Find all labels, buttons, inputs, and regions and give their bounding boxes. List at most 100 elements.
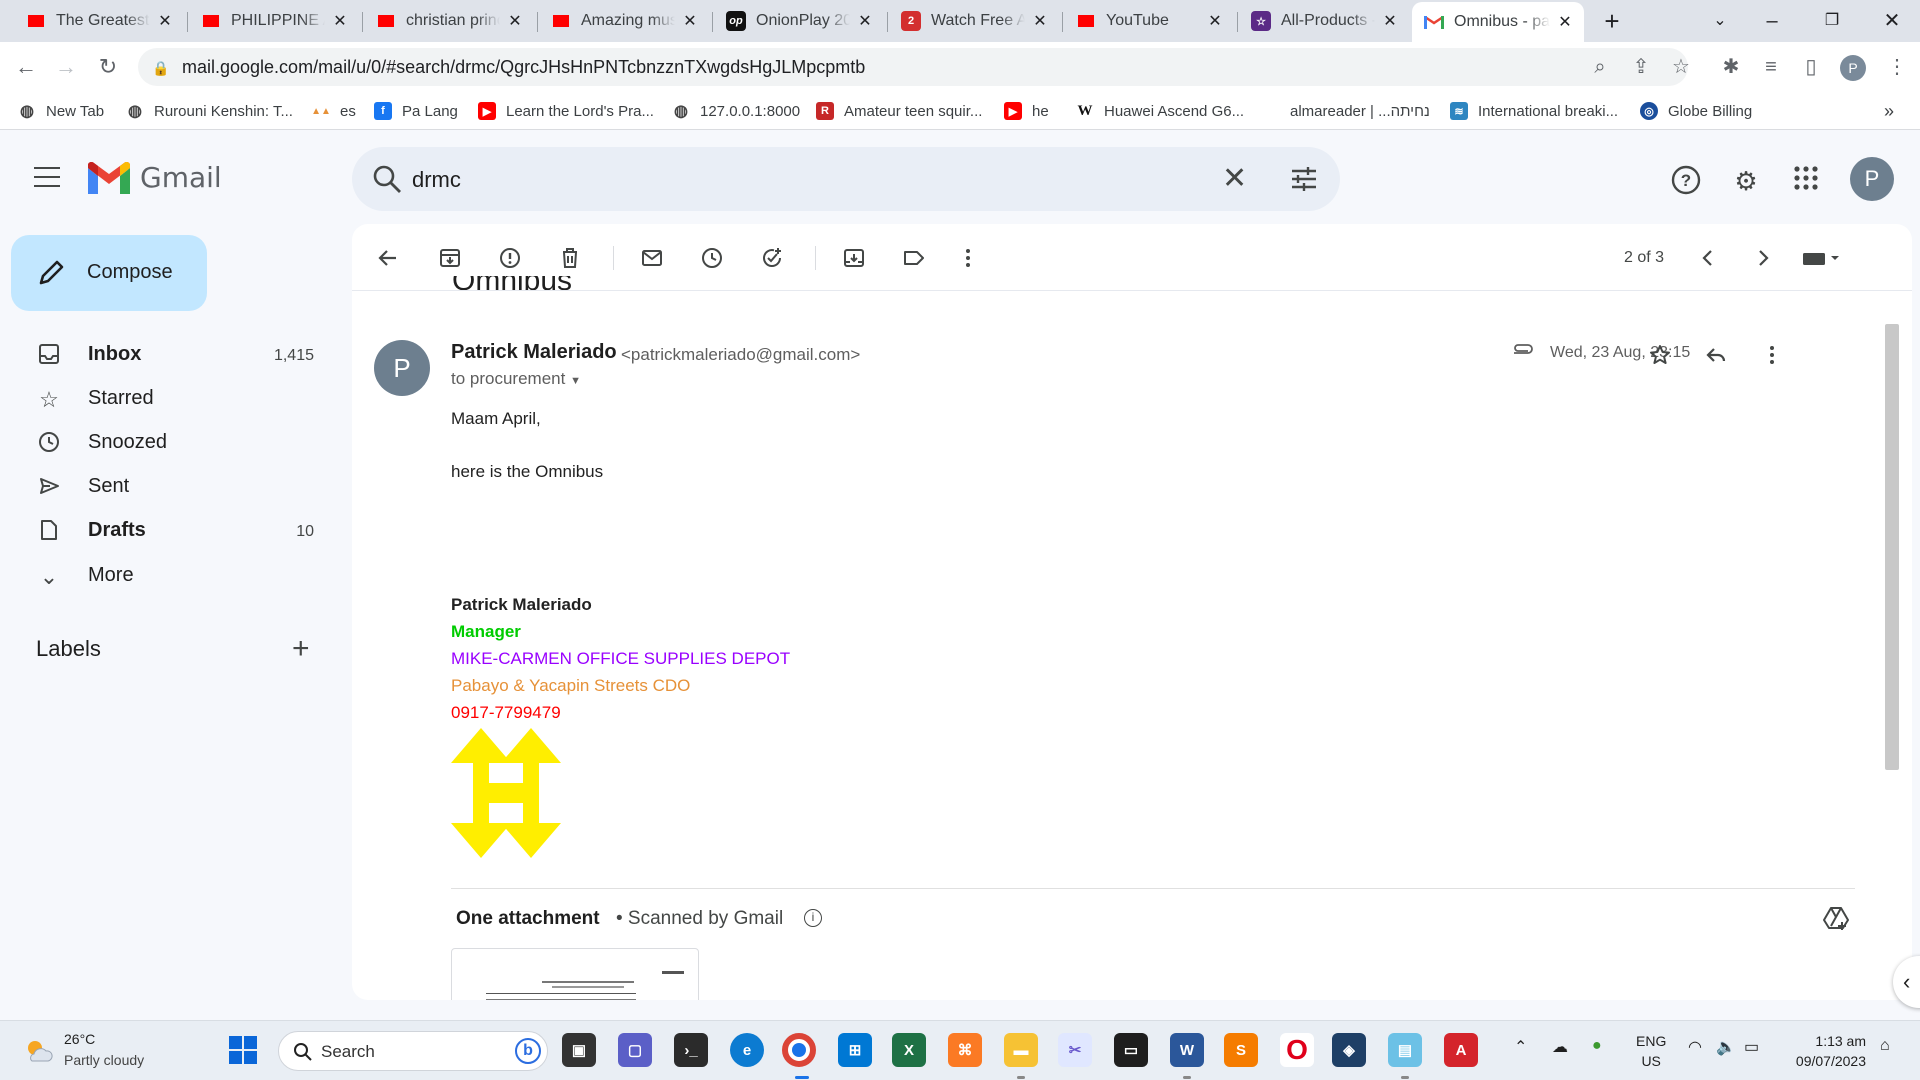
reply-icon[interactable] (1701, 340, 1731, 370)
add-to-drive-icon[interactable] (1822, 904, 1850, 932)
browser-tab[interactable]: PHILIPPINE AF ✕ (189, 4, 359, 38)
onedrive-offline-icon[interactable]: ☁ (1552, 1037, 1568, 1057)
snipping-tool-icon[interactable]: ✂ (1058, 1033, 1092, 1067)
back-button[interactable]: ← (10, 52, 42, 82)
input-tools-keyboard-icon[interactable] (1796, 241, 1846, 275)
create-label-icon[interactable]: + (292, 632, 310, 666)
battery-icon[interactable]: ▭ (1744, 1037, 1759, 1057)
partly-cloudy-icon[interactable] (22, 1035, 54, 1067)
recipient-dropdown-icon[interactable]: ▼ (570, 375, 581, 387)
taskbar-search-box[interactable]: Search b (278, 1031, 548, 1071)
zoom-icon[interactable]: ⌕ (1583, 50, 1617, 84)
browser-tab[interactable]: The Greatest L ✕ (14, 4, 184, 38)
show-hidden-icons-chevron-icon[interactable]: ⌃ (1514, 1037, 1527, 1057)
reload-button[interactable]: ↻ (92, 52, 124, 82)
bookmark-item[interactable]: ◍ Rurouni Kenshin: T... (126, 100, 293, 122)
microsoft-store-icon[interactable]: ⊞ (838, 1033, 872, 1067)
sidebar-item-drafts[interactable]: Drafts 10 (0, 509, 340, 553)
close-tab-icon[interactable]: ✕ (156, 11, 174, 31)
account-avatar[interactable]: P (1850, 157, 1894, 201)
windows-start-icon[interactable] (226, 1033, 260, 1067)
bookmark-item[interactable]: ◎ Globe Billing (1640, 100, 1752, 122)
media-queue-icon[interactable]: ≡ (1754, 50, 1788, 84)
sender-name[interactable]: Patrick Maleriado (451, 341, 617, 364)
sidebar-item-inbox[interactable]: Inbox 1,415 (0, 333, 340, 377)
close-tab-icon[interactable]: ✕ (331, 11, 349, 31)
more-bookmarks-icon[interactable]: » (1884, 100, 1894, 122)
minimize-button[interactable]: – (1752, 6, 1792, 36)
close-tab-icon[interactable]: ✕ (1031, 11, 1049, 31)
browser-tab[interactable]: christian princ ✕ (364, 4, 534, 38)
apps-grid-icon[interactable] (1790, 165, 1822, 197)
label-tag-icon[interactable] (897, 241, 931, 275)
close-tab-icon[interactable]: ✕ (1206, 11, 1224, 31)
security-shield-icon[interactable]: ● (1592, 1037, 1602, 1055)
bookmark-item[interactable]: ≋ International breaki... (1450, 100, 1618, 122)
close-tab-icon[interactable]: ✕ (506, 11, 524, 31)
message-more-icon[interactable] (1757, 340, 1787, 370)
notifications-icon[interactable]: ⌂ (1880, 1037, 1890, 1055)
message-scrollbar[interactable] (1885, 324, 1899, 770)
extensions-icon[interactable]: ✱ (1714, 50, 1748, 84)
sidebar-item-more[interactable]: ⌄ More (0, 554, 340, 598)
chrome-browser-icon[interactable] (782, 1033, 816, 1067)
sidebar-item-starred[interactable]: ☆ Starred (0, 377, 340, 421)
attachment-thumbnail[interactable] (451, 948, 699, 1000)
mark-unread-icon[interactable] (635, 241, 669, 275)
bookmark-item[interactable]: R Amateur teen squir... (816, 100, 982, 122)
forward-button[interactable]: → (50, 52, 82, 82)
gmail-logo[interactable]: Gmail (88, 161, 222, 194)
move-to-icon[interactable] (837, 241, 871, 275)
older-chevron-right-icon[interactable] (1746, 241, 1780, 275)
browser-profile-avatar[interactable]: P (1840, 55, 1866, 81)
virtualbox-icon[interactable]: ◈ (1332, 1033, 1366, 1067)
close-tab-icon[interactable]: ✕ (856, 11, 874, 31)
bookmark-item[interactable]: ▲▲ es (311, 100, 356, 122)
close-tab-icon[interactable]: ✕ (681, 11, 699, 31)
newer-chevron-left-icon[interactable] (1691, 241, 1725, 275)
browser-tab[interactable]: Amazing must ✕ (539, 4, 709, 38)
bookmark-item[interactable]: ▶ he (1004, 100, 1049, 122)
delete-trash-icon[interactable] (553, 241, 587, 275)
teams-chat-icon[interactable]: ▢ (618, 1033, 652, 1067)
sidebar-item-snoozed[interactable]: Snoozed (0, 421, 340, 465)
side-panel-icon[interactable]: ▯ (1794, 50, 1828, 84)
more-actions-icon[interactable] (951, 241, 985, 275)
wifi-icon[interactable]: ◠ (1688, 1037, 1702, 1057)
bing-icon[interactable]: b (515, 1038, 541, 1064)
clear-search-icon[interactable]: ✕ (1222, 161, 1247, 196)
report-spam-icon[interactable] (493, 241, 527, 275)
bookmark-item[interactable]: ◍ 127.0.0.1:8000 (672, 100, 800, 122)
excel-icon[interactable]: X (892, 1033, 926, 1067)
help-icon[interactable]: ? (1670, 165, 1702, 197)
input-language-indicator[interactable]: ENG US (1636, 1031, 1666, 1071)
snooze-clock-icon[interactable] (695, 241, 729, 275)
sidebar-item-sent[interactable]: Sent (0, 465, 340, 509)
bookmark-item[interactable]: f Pa Lang (374, 100, 458, 122)
compose-button[interactable]: Compose (11, 235, 207, 311)
sender-avatar[interactable]: P (374, 340, 430, 396)
search-options-icon[interactable] (1290, 165, 1318, 193)
browser-tab[interactable]: 2 Watch Free Al ✕ (889, 4, 1059, 38)
close-tab-icon[interactable]: ✕ (1556, 12, 1574, 32)
bookmark-item[interactable]: ▶ Learn the Lord's Pra... (478, 100, 654, 122)
browser-tab[interactable]: YouTube ✕ (1064, 4, 1234, 38)
task-view-icon[interactable]: ▣ (562, 1033, 596, 1067)
bookmark-item[interactable]: almareader | ...נחיתה (1290, 100, 1430, 122)
browser-tab[interactable]: ☆ All-Products - ✕ (1239, 4, 1409, 38)
browser-tab-active[interactable]: Omnibus - pa ✕ (1412, 2, 1584, 42)
opera-browser-icon[interactable]: O (1280, 1033, 1314, 1067)
new-tab-button[interactable]: + (1592, 6, 1632, 36)
back-to-search-icon[interactable] (371, 241, 405, 275)
address-bar[interactable]: 🔒 mail.google.com/mail/u/0/#search/drmc/… (138, 48, 1688, 86)
word-icon[interactable]: W (1170, 1033, 1204, 1067)
sublime-text-icon[interactable]: S (1224, 1033, 1258, 1067)
info-icon[interactable]: i (804, 909, 822, 927)
archive-icon[interactable] (433, 241, 467, 275)
close-tab-icon[interactable]: ✕ (1381, 11, 1399, 31)
settings-gear-icon[interactable]: ⚙ (1730, 165, 1762, 197)
remote-desktop-icon[interactable]: ▤ (1388, 1033, 1422, 1067)
file-explorer-icon[interactable]: ▬ (1004, 1033, 1038, 1067)
tab-search-chevron-icon[interactable]: ⌄ (1700, 6, 1740, 36)
bookmark-star-icon[interactable]: ☆ (1664, 50, 1698, 84)
